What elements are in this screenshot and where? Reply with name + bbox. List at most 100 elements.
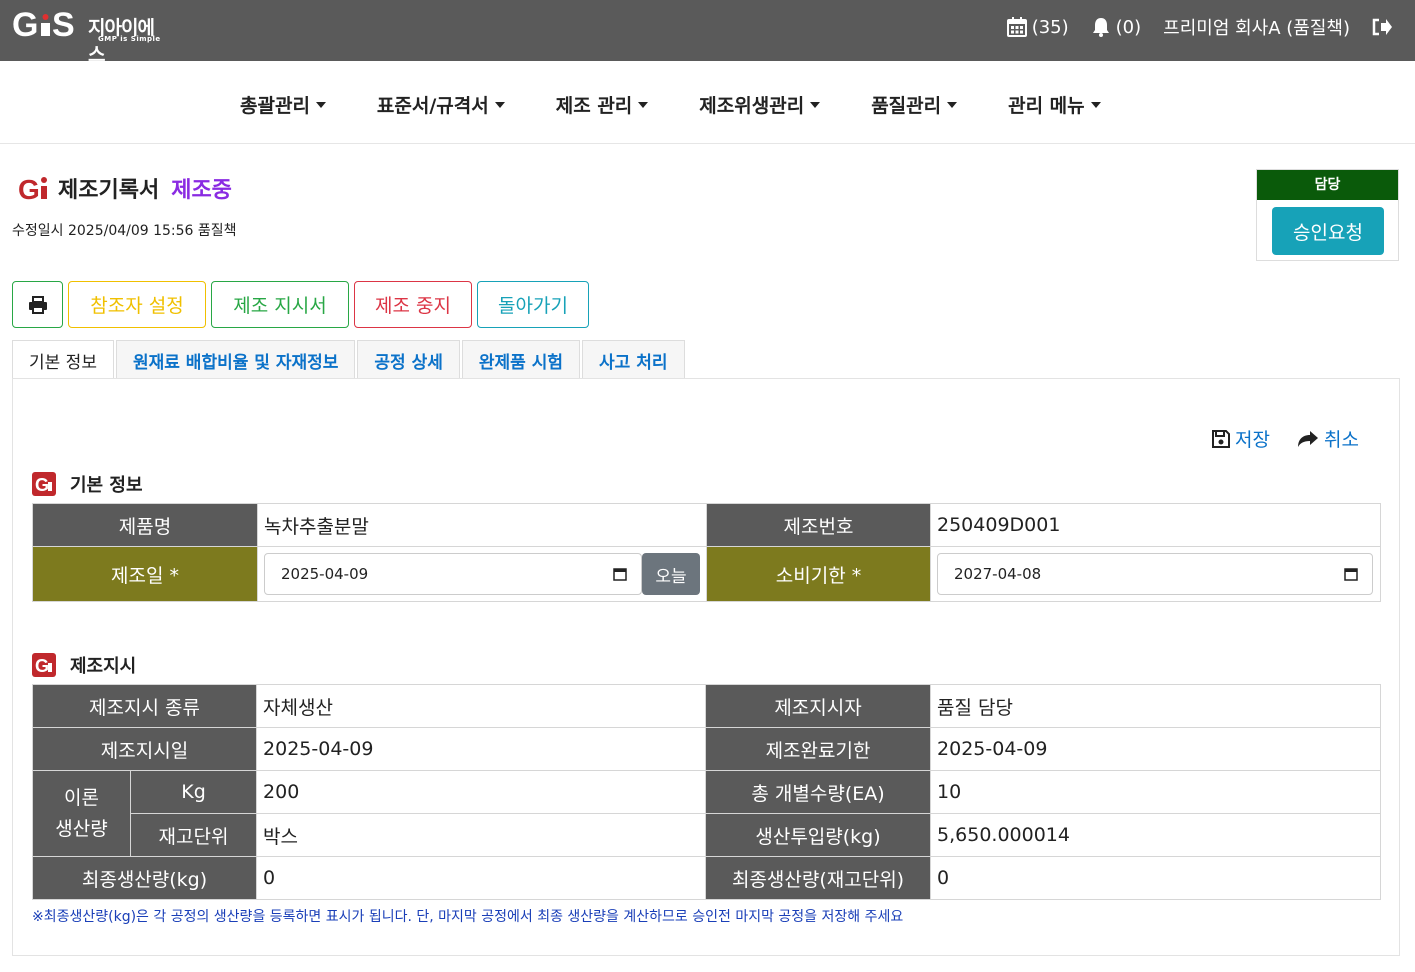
expiry-date-input[interactable]: 2027-04-08	[937, 553, 1373, 595]
svg-text:S: S	[52, 7, 75, 41]
tab-process-detail[interactable]: 공정 상세	[357, 340, 460, 379]
modified-info: 수정일시 2025/04/09 15:56 품질책	[12, 223, 237, 239]
logout-button[interactable]	[1372, 18, 1397, 36]
final-kg-value: 0	[256, 856, 707, 900]
tab-bar: 기본 정보 원재료 배합비율 및 자재정보 공정 상세 완제품 시험 사고 처리	[12, 340, 687, 379]
main-nav: 총괄관리 표준서/규격서 제조 관리 제조위생관리 품질관리 관리 메뉴	[0, 61, 1415, 144]
input-amount-label: 생산투입량(kg)	[705, 813, 932, 857]
expiry-date-value: 2027-04-08	[954, 565, 1042, 583]
calendar-picker-icon	[1344, 568, 1358, 581]
total-ea-value: 10	[930, 770, 1382, 814]
orderer-value: 품질 담당	[930, 684, 1382, 728]
stop-manufacturing-button[interactable]: 제조 중지	[354, 281, 472, 328]
bell-icon	[1092, 18, 1109, 37]
stock-unit-label: 재고단위	[129, 813, 258, 857]
batch-number-label: 제조번호	[706, 503, 931, 547]
user-menu[interactable]: 프리미엄 회사A (품질책)	[1163, 14, 1350, 40]
cancel-label: 취소	[1324, 429, 1359, 451]
notification-button[interactable]: (0)	[1091, 16, 1142, 38]
nav-label: 제조 관리	[555, 95, 633, 117]
mfg-date-label: 제조일 *	[32, 546, 258, 602]
product-name-label: 제품명	[32, 503, 258, 547]
user-name: 프리미엄 회사A (품질책)	[1163, 18, 1350, 39]
final-kg-label: 최종생산량(kg)	[31, 856, 258, 900]
approval-request-button[interactable]: 승인요청	[1272, 207, 1384, 255]
tab-incident[interactable]: 사고 처리	[582, 340, 685, 379]
nav-label: 품질관리	[871, 95, 942, 117]
nav-quality[interactable]: 품질관리	[871, 91, 958, 118]
kg-value: 200	[256, 770, 707, 814]
nav-standards[interactable]: 표준서/규격서	[377, 91, 505, 118]
caret-down-icon	[947, 101, 958, 108]
yield-note: ※최종생산량(kg)은 각 공정의 생산량을 등록하면 표시가 됩니다. 단, …	[32, 909, 904, 925]
order-type-value: 자체생산	[256, 684, 707, 728]
calendar-icon	[1006, 17, 1027, 37]
reference-settings-button[interactable]: 참조자 설정	[68, 281, 206, 328]
floppy-disk-icon	[1212, 429, 1230, 448]
order-type-label: 제조지시 종류	[31, 684, 258, 728]
deadline-label: 제조완료기한	[705, 727, 932, 771]
manufacturing-order-button[interactable]: 제조 지시서	[211, 281, 349, 328]
batch-number-value: 250409D001	[930, 503, 1381, 547]
nav-manufacturing[interactable]: 제조 관리	[556, 91, 649, 118]
nav-admin[interactable]: 관리 메뉴	[1008, 91, 1101, 118]
caret-down-icon	[1090, 101, 1101, 108]
tab-materials[interactable]: 원재료 배합비율 및 자재정보	[115, 340, 356, 379]
approval-box: 담당 승인요청	[1256, 169, 1399, 261]
calendar-picker-icon	[613, 568, 627, 581]
caret-down-icon	[810, 101, 821, 108]
order-date-value: 2025-04-09	[256, 727, 707, 771]
mfg-date-value: 2025-04-09	[281, 565, 369, 583]
kg-label: Kg	[129, 770, 258, 814]
nav-label: 관리 메뉴	[1008, 95, 1085, 117]
theoretical-yield-label-line2: 생산량	[55, 817, 108, 840]
page-header: G 제조기록서 제조중	[18, 172, 232, 204]
deadline-value: 2025-04-09	[930, 727, 1382, 771]
section-title-text: 제조지시	[70, 656, 137, 677]
page-title: 제조기록서	[58, 178, 160, 203]
nav-label: 총괄관리	[240, 95, 310, 117]
gs-brand-icon: G	[18, 174, 47, 202]
save-button[interactable]: 저장	[1212, 425, 1270, 452]
brand-logo[interactable]: G S 지아이에스 GMP is Simple	[12, 7, 162, 66]
expiry-date-label: 소비기한 *	[706, 546, 931, 602]
tab-basic-info[interactable]: 기본 정보	[12, 340, 114, 379]
orderer-label: 제조지시자	[705, 684, 932, 728]
section-title-text: 기본 정보	[70, 475, 143, 496]
gs-section-icon: G	[32, 472, 56, 496]
svg-text:G: G	[12, 7, 38, 41]
gs-logo-icon: G S	[12, 7, 75, 41]
back-button[interactable]: 돌아가기	[477, 281, 589, 328]
nav-label: 표준서/규격서	[376, 95, 489, 117]
mfg-date-input[interactable]: 2025-04-09	[264, 553, 643, 595]
caret-down-icon	[494, 101, 505, 108]
brand-tagline: GMP is Simple	[98, 35, 161, 43]
status-label: 제조중	[171, 178, 232, 203]
logout-icon	[1372, 18, 1392, 36]
order-date-label: 제조지시일	[31, 727, 258, 771]
input-amount-value: 5,650.000014	[930, 813, 1382, 857]
calendar-count: (35)	[1031, 16, 1069, 38]
stock-unit-value: 박스	[256, 813, 707, 857]
svg-text:G: G	[35, 475, 49, 495]
order-table: 제조지시 종류 자체생산 제조지시자 품질 담당 제조지시일 2025-04-0…	[31, 684, 1382, 900]
nav-general[interactable]: 총괄관리	[240, 91, 326, 118]
product-name-value: 녹차추출분말	[257, 503, 707, 547]
print-button[interactable]	[12, 281, 63, 328]
share-arrow-icon	[1298, 430, 1318, 447]
print-icon	[28, 295, 47, 314]
caret-down-icon	[315, 101, 326, 108]
today-button[interactable]: 오늘	[642, 553, 700, 595]
nav-label: 제조위생관리	[699, 95, 805, 117]
tab-finished-test[interactable]: 완제품 시험	[461, 340, 581, 379]
notification-count: (0)	[1115, 16, 1142, 38]
basic-info-table: 제품명 녹차추출분말 제조번호 250409D001 제조일 * 2025-04…	[32, 503, 1381, 602]
cancel-button[interactable]: 취소	[1297, 425, 1359, 452]
nav-hygiene[interactable]: 제조위생관리	[699, 91, 821, 118]
calendar-button[interactable]: (35)	[1006, 16, 1069, 38]
svg-text:G: G	[18, 174, 40, 202]
theoretical-yield-label-line1: 이론	[64, 786, 99, 809]
basic-info-section-title: G 기본 정보	[32, 471, 143, 497]
order-section-title: G 제조지시	[32, 652, 136, 678]
caret-down-icon	[638, 101, 649, 108]
